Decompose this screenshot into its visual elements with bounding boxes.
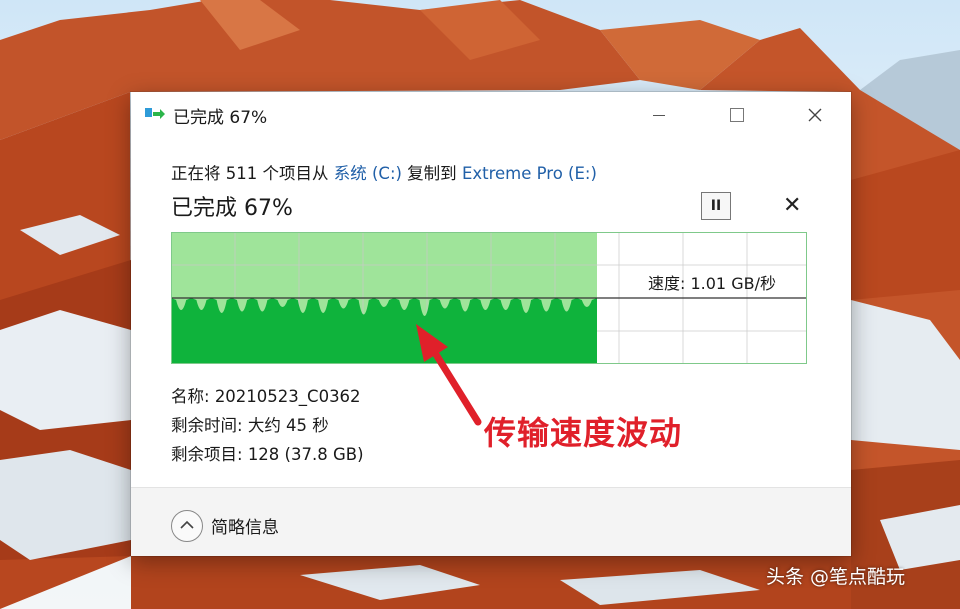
annotation-text: 传输速度波动 [484, 414, 683, 452]
annotation-arrow [416, 324, 482, 426]
source-watermark: 头条 @笔点酷玩 [766, 566, 906, 588]
arrow-head-icon [416, 324, 448, 362]
